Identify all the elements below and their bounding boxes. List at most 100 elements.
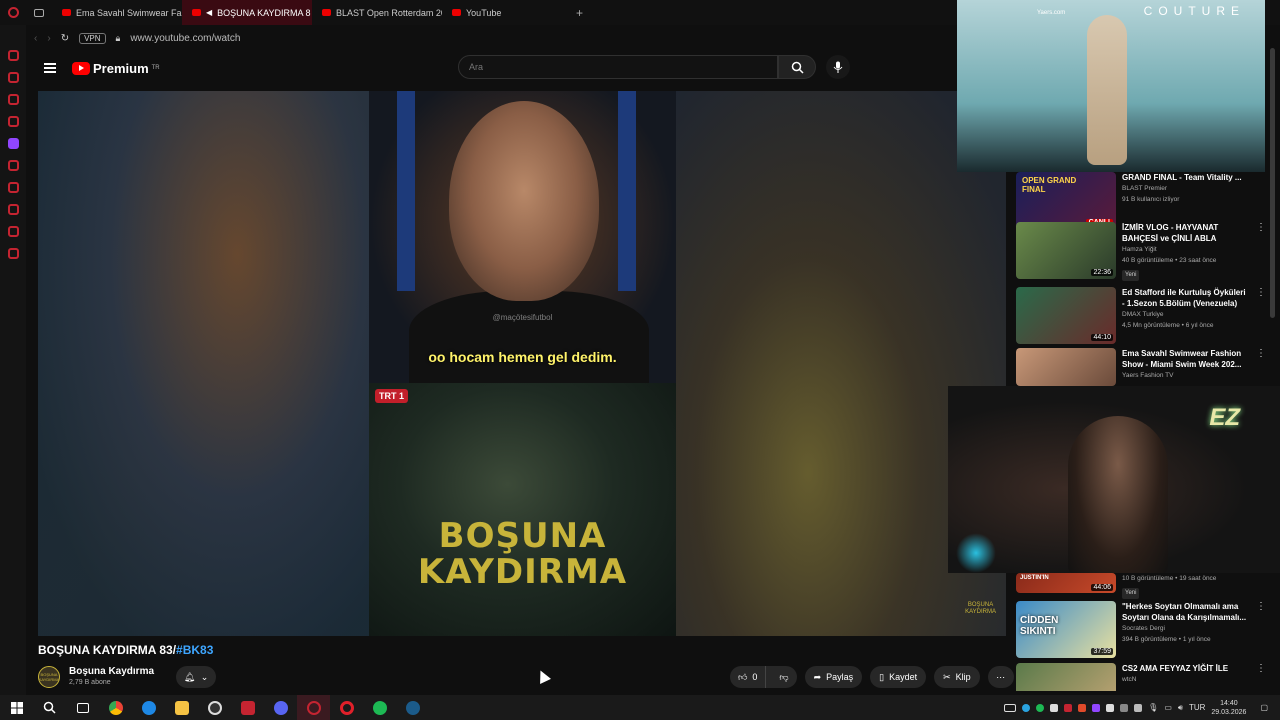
edge-icon[interactable] [132,695,165,720]
tray-app-icon[interactable] [1064,703,1073,712]
sidebar-settings-icon[interactable] [7,248,19,259]
browser-tab-bosuna-kaydirma[interactable]: ◀ BOŞUNA KAYDIRMA 8 [182,0,312,25]
more-options-icon[interactable]: ⋮ [1256,348,1266,386]
menu-icon[interactable] [44,63,56,73]
sidebar-shopping-icon[interactable] [7,72,19,83]
like-button[interactable]: 👍︎ 0 [730,666,767,688]
reload-icon[interactable]: ↻ [61,33,69,44]
notifications-icon[interactable]: ▢ [1260,703,1268,712]
recommendation-thumbnail[interactable]: CİDDEN SIKINTI 37:59 [1016,601,1116,658]
more-options-icon[interactable]: ⋮ [1256,222,1266,281]
recommendation-channel[interactable]: Yaers Fashion TV [1122,370,1250,381]
language-indicator[interactable]: TUR [1189,703,1205,712]
more-options-icon[interactable]: ⋮ [1256,663,1266,691]
youtube-premium-logo[interactable]: Premium TR [72,61,160,76]
browser-tab-ema-savahl[interactable]: Ema Savahl Swimwear Fa [52,0,182,25]
subscribed-bell-button[interactable]: 🔔︎ ⌄ [176,666,217,688]
sidebar-downloads-icon[interactable] [7,226,19,237]
recommendation-item[interactable]: 22:36 İZMİR VLOG - HAYVANAT BAHÇESİ ve Ç… [1016,222,1266,281]
volume-icon[interactable]: 🔊︎ [1178,703,1183,713]
sidebar-bookmarks-icon[interactable] [7,182,19,193]
recommendation-channel[interactable]: Hamza Yiğit [1122,244,1250,255]
tray-app-icon[interactable] [1106,703,1115,712]
recommendation-title[interactable]: "Herkes Soytarı Olmamalı ama Soytarı Ola… [1122,601,1250,623]
browser-tab-blast-open[interactable]: BLAST Open Rotterdam 20 [312,0,442,25]
forward-icon[interactable]: › [47,33,50,44]
opera-gx-icon[interactable] [297,695,330,720]
recommendation-title[interactable]: CS2 AMA FEYYAZ YİĞİT İLE [1122,663,1250,674]
recommendation-item[interactable]: CİDDEN SIKINTI 37:59 "Herkes Soytarı Olm… [1016,601,1266,658]
file-explorer-icon[interactable] [165,695,198,720]
search-button[interactable] [778,55,816,79]
recommendation-title[interactable]: GRAND FINAL - Team Vitality ... [1122,172,1257,183]
recommendation-item[interactable]: JUSTIN'IN 44:06 10 B görüntüleme • 19 sa… [1016,573,1266,599]
more-actions-button[interactable]: ⋯ [987,666,1014,688]
discord-tray-icon[interactable] [1050,703,1059,712]
voice-search-button[interactable] [826,55,850,79]
browser-tab-youtube[interactable]: YouTube [442,0,572,25]
recommendation-channel[interactable]: Socrates Dergi [1122,623,1250,634]
twitch-tray-icon[interactable] [1092,703,1101,712]
steam-icon[interactable] [396,695,429,720]
tray-app-icon[interactable] [1078,703,1087,712]
save-button[interactable]: ▯ Kaydet [870,666,927,688]
more-options-icon[interactable]: ⋮ [1256,287,1266,344]
recommendation-channel[interactable]: BLAST Premier [1122,183,1257,194]
tray-app-icon[interactable] [1120,703,1129,712]
spotify-tray-icon[interactable] [1036,703,1045,712]
recommendation-thumbnail[interactable]: JUSTIN'IN 44:06 [1016,573,1116,593]
recommendation-item[interactable]: Ema Savahl Swimwear Fashion Show - Miami… [1016,348,1266,386]
voicemeeter-icon[interactable] [231,695,264,720]
recommendation-channel[interactable]: DMAX Turkiye [1122,309,1250,320]
recommendation-thumbnail[interactable]: 44:10 [1016,287,1116,344]
channel-name[interactable]: Boşuna Kaydırma [69,666,154,677]
sidebar-wallet-icon[interactable] [7,94,19,105]
video-hashtag[interactable]: #BK83 [176,643,213,657]
search-input[interactable] [469,62,777,72]
recommendation-item[interactable]: OPEN GRAND FINAL CANLI GRAND FINAL - Tea… [1016,172,1266,229]
clock[interactable]: 14:40 29.03.2026 [1211,699,1246,717]
recommendation-title[interactable]: Ema Savahl Swimwear Fashion Show - Miami… [1122,348,1250,370]
recommendation-thumbnail[interactable]: 22:36 [1016,222,1116,279]
recommendation-item[interactable]: CS2 AMA FEYYAZ YİĞİT İLE wtcN ⋮ [1016,663,1266,691]
search-icon[interactable] [33,695,66,720]
opera-logo-icon[interactable] [0,0,26,25]
obs-icon[interactable] [198,695,231,720]
recommendation-channel[interactable]: wtcN [1122,674,1250,685]
chrome-icon[interactable] [99,695,132,720]
sidebar-twitch-icon[interactable] [7,138,19,149]
discord-icon[interactable] [264,695,297,720]
url-field[interactable]: www.youtube.com/watch [130,33,240,44]
opera-icon[interactable] [330,695,363,720]
lock-icon[interactable]: 🔒︎ [116,33,121,44]
spotify-icon[interactable] [363,695,396,720]
recommendation-item[interactable]: 44:10 Ed Stafford ile Kurtuluş Öyküleri … [1016,287,1266,344]
keyboard-icon[interactable] [1004,703,1017,712]
back-icon[interactable]: ‹ [34,33,37,44]
page-scrollbar[interactable] [1270,48,1275,318]
video-player[interactable]: @maçötesifutbol oo hocam hemen gel dedim… [38,91,1006,636]
vpn-badge[interactable]: VPN [79,32,106,44]
clip-button[interactable]: ✂ Klip [934,666,980,688]
telegram-icon[interactable] [1022,703,1031,712]
network-icon[interactable]: ▭ [1164,703,1172,712]
sidebar-messenger-icon[interactable] [7,50,19,61]
sidebar-player-icon[interactable] [7,160,19,171]
new-tab-button[interactable]: + [576,6,583,20]
tray-app-icon[interactable] [1134,703,1143,712]
recommendation-thumbnail[interactable] [1016,348,1116,386]
share-button[interactable]: ➦ Paylaş [804,666,863,688]
tab-overview-icon[interactable] [26,0,52,25]
sidebar-history-icon[interactable] [7,204,19,215]
more-options-icon[interactable]: ⋮ [1256,601,1266,658]
search-box[interactable] [458,55,778,79]
recommendation-thumbnail[interactable]: OPEN GRAND FINAL CANLI [1016,172,1116,229]
recommendation-title[interactable]: İZMİR VLOG - HAYVANAT BAHÇESİ ve ÇİNLİ A… [1122,222,1250,244]
windows-start-icon[interactable] [0,695,33,720]
dislike-button[interactable]: 👎︎ [771,672,796,683]
task-view-icon[interactable] [66,695,99,720]
recommendation-title[interactable]: Ed Stafford ile Kurtuluş Öyküleri - 1.Se… [1122,287,1250,309]
recommendation-thumbnail[interactable] [1016,663,1116,691]
channel-avatar[interactable]: BOŞUNA KAYDIRMA [38,666,60,688]
microphone-icon[interactable]: 🎙︎ [1148,703,1158,712]
